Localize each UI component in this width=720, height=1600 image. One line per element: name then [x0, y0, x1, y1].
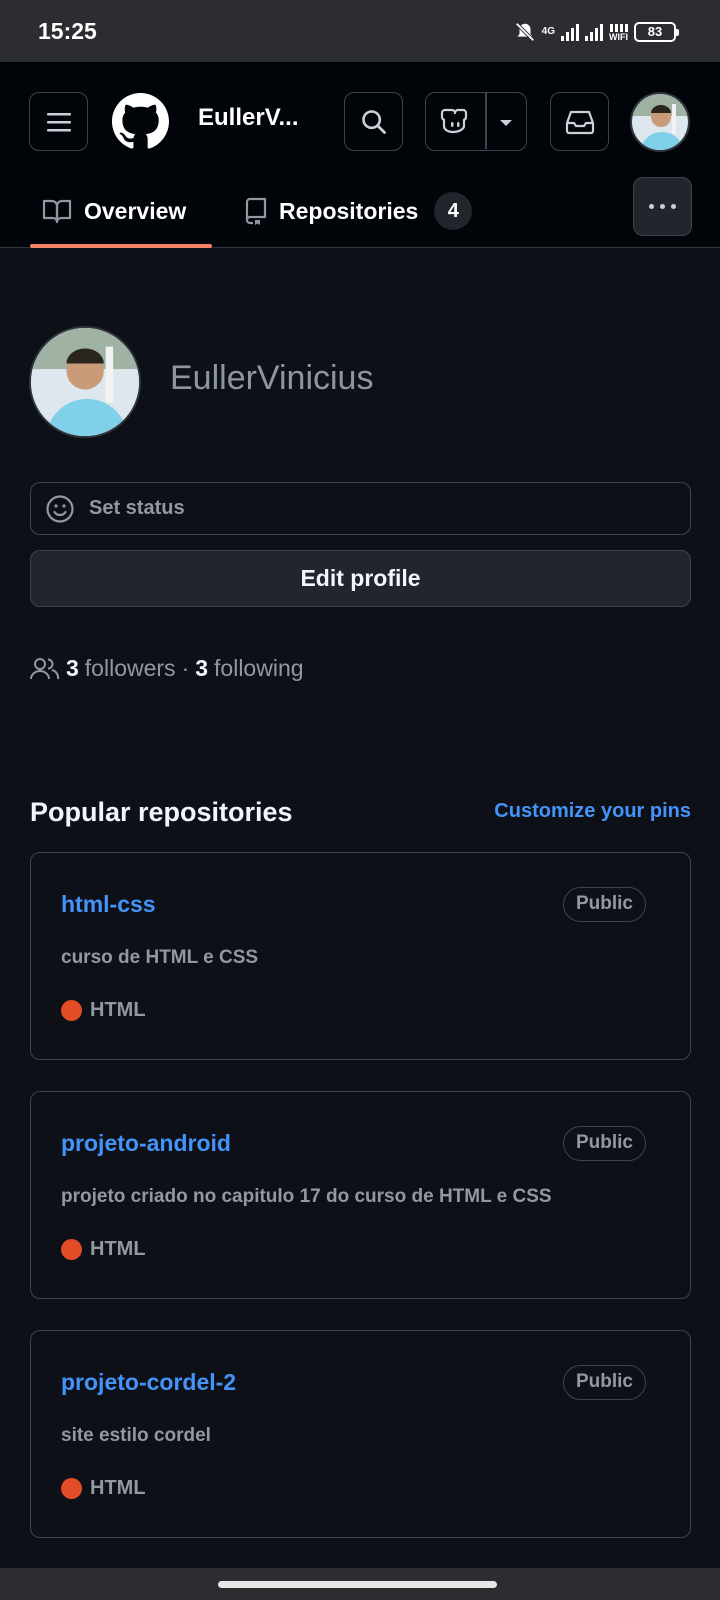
inbox-icon — [565, 110, 594, 134]
repo-language: HTML — [61, 1477, 146, 1500]
repo-name-link[interactable]: projeto-cordel-2 — [61, 1369, 236, 1396]
notifications-muted-icon — [515, 22, 535, 42]
repo-card[interactable]: projeto-cordel-2 Public site estilo cord… — [30, 1330, 691, 1538]
language-color-dot — [61, 1478, 82, 1499]
status-bar: 15:25 4G WIFI 83 — [0, 0, 720, 62]
avatar-photo — [632, 94, 688, 150]
book-icon — [42, 199, 72, 224]
repo-name-link[interactable]: html-css — [61, 891, 156, 918]
system-nav-bar — [0, 1568, 720, 1600]
tab-overview[interactable]: Overview — [42, 174, 186, 248]
tab-overview-label: Overview — [84, 197, 187, 224]
smiley-icon — [46, 494, 74, 523]
more-dot — [649, 204, 654, 209]
network-type: 4G — [541, 26, 555, 37]
menu-button[interactable] — [29, 92, 88, 151]
followers-count[interactable]: 3 — [66, 655, 79, 682]
tab-repositories[interactable]: Repositories 4 — [243, 174, 473, 248]
repo-name-link[interactable]: projeto-android — [61, 1130, 231, 1157]
repo-description: site estilo cordel — [61, 1425, 211, 1446]
copilot-icon — [440, 108, 468, 134]
following-count[interactable]: 3 — [195, 655, 208, 682]
more-dot — [660, 204, 665, 209]
more-dot — [671, 204, 676, 209]
wifi-label: WIFI — [609, 32, 628, 42]
customize-pins-link[interactable]: Customize your pins — [494, 800, 691, 823]
copilot-button[interactable] — [425, 92, 527, 151]
people-icon — [30, 657, 60, 679]
search-icon — [361, 109, 386, 134]
repo-icon — [245, 197, 267, 225]
profile-username: EullerVinicius — [170, 359, 374, 397]
tab-repositories-label: Repositories — [279, 197, 419, 224]
repositories-count: 4 — [434, 192, 473, 230]
avatar-photo — [31, 328, 139, 436]
avatar[interactable] — [630, 92, 690, 152]
search-button[interactable] — [344, 92, 403, 151]
follow-separator: · — [181, 655, 190, 681]
battery-icon: 83 — [634, 22, 679, 42]
language-color-dot — [61, 1000, 82, 1021]
followers-label[interactable]: followers — [85, 655, 176, 682]
caret-down-icon[interactable] — [498, 118, 514, 128]
menu-icon — [46, 112, 71, 131]
follow-stats: 3 followers · 3 following — [30, 655, 304, 682]
visibility-badge: Public — [562, 887, 646, 922]
repo-card[interactable]: projeto-android Public projeto criado no… — [30, 1091, 691, 1299]
github-logo[interactable] — [112, 93, 169, 150]
profile-tabs: Overview Repositories 4 — [0, 174, 720, 248]
popular-repositories-title: Popular repositories — [30, 797, 293, 827]
status-time: 15:25 — [38, 18, 97, 44]
repo-language: HTML — [61, 1238, 146, 1261]
visibility-badge: Public — [562, 1365, 646, 1400]
app-header: EullerV... Overview Repositories 4 — [0, 62, 720, 248]
repo-description: curso de HTML e CSS — [61, 947, 259, 968]
header-username[interactable]: EullerV... — [198, 104, 299, 132]
profile-avatar[interactable] — [29, 326, 141, 438]
language-color-dot — [61, 1239, 82, 1260]
signal-icon-2 — [585, 23, 603, 41]
more-tabs-button[interactable] — [633, 177, 692, 236]
signal-icon-1 — [561, 23, 579, 41]
home-gesture-handle[interactable] — [218, 1581, 497, 1588]
status-icons: 4G WIFI 83 — [514, 20, 679, 44]
repo-description: projeto criado no capitulo 17 do curso d… — [61, 1186, 552, 1207]
repo-card[interactable]: html-css Public curso de HTML e CSS HTML — [30, 852, 691, 1060]
repo-language: HTML — [61, 999, 146, 1022]
selected-tab-indicator — [30, 244, 212, 248]
set-status-button[interactable]: Set status — [30, 482, 691, 535]
visibility-badge: Public — [562, 1126, 646, 1161]
edit-profile-button[interactable]: Edit profile — [30, 550, 691, 607]
inbox-button[interactable] — [550, 92, 609, 151]
wifi-bars-icon — [609, 22, 628, 32]
language-label: HTML — [90, 1238, 146, 1260]
following-label[interactable]: following — [214, 655, 304, 682]
language-label: HTML — [90, 1477, 146, 1499]
language-label: HTML — [90, 999, 146, 1021]
set-status-label: Set status — [89, 497, 185, 519]
